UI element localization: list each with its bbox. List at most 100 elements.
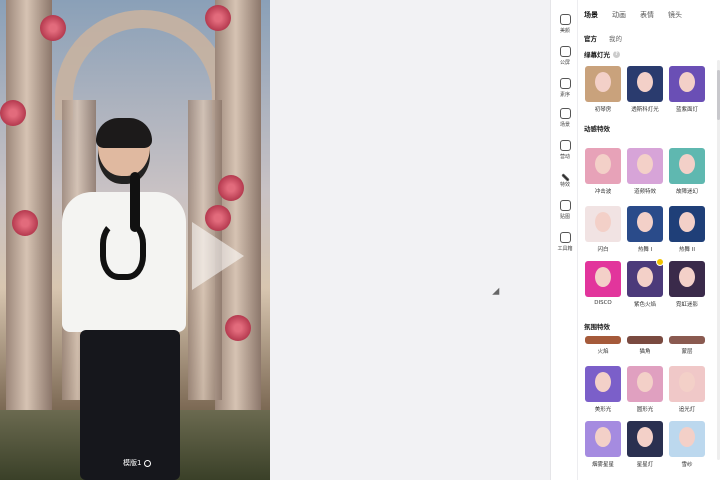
scene-rose: [40, 15, 66, 41]
template-label: 模版1: [123, 459, 142, 467]
effect-tile[interactable]: [585, 148, 621, 184]
effect-name: 故障迷幻: [675, 189, 698, 195]
effect-tile[interactable]: [585, 206, 621, 242]
effect-tile[interactable]: [585, 66, 621, 102]
effect-name: 霓虹迷影: [675, 302, 698, 308]
app-window: 模版1 美颜 公屏 素序 场景 营动 特效 贴图 工具箱 场景 动画 表情 镜头 官方 我的 …: [0, 0, 728, 480]
presenter-hair: [96, 118, 152, 148]
rail-item-1[interactable]: 公屏: [551, 42, 579, 72]
effects-panel: 场景 动画 表情 镜头 官方 我的 绿幕灯光? 初琴房 透斯科灯光 蓝紫面灯 动感特效冲…: [578, 0, 712, 480]
section-title-text: 动感特效: [584, 125, 610, 133]
scrollbar-thumb[interactable]: [717, 70, 720, 120]
play-icon[interactable]: [192, 222, 244, 290]
rail-item-3[interactable]: 场景: [551, 104, 579, 134]
effect-name: 火焰: [597, 349, 609, 355]
section-title: 动感特效: [584, 123, 610, 133]
effect-thumbnail: [595, 372, 611, 392]
tool-rail: 美颜公屏素序场景营动特效 贴图工具箱: [550, 0, 578, 480]
effect-name: 猫角: [639, 349, 651, 355]
effect-thumbnail: [595, 267, 611, 287]
rail-item-5[interactable]: 特效: [551, 168, 579, 198]
effect-tile[interactable]: [669, 421, 705, 457]
effect-name: 蒙层: [681, 349, 693, 355]
section-title: 氛围特效: [584, 321, 610, 331]
canvas-area[interactable]: [270, 0, 550, 480]
rail-item-2[interactable]: 素序: [551, 74, 579, 104]
effect-tile[interactable]: [669, 261, 705, 297]
effect-thumbnail: [679, 72, 695, 92]
effect-thumbnail: [595, 212, 611, 232]
effect-tile[interactable]: [669, 366, 705, 402]
tab-camera[interactable]: 镜头: [668, 10, 682, 20]
subtab-mine[interactable]: 我的: [609, 33, 622, 43]
effect-name: 雪纱: [681, 462, 693, 468]
help-icon[interactable]: ?: [613, 50, 620, 58]
scene-rose: [225, 315, 251, 341]
effect-thumbnail: [637, 72, 653, 92]
rail-item-6[interactable]: 贴图: [551, 196, 579, 226]
effect-tile[interactable]: [627, 336, 663, 344]
effect-tile[interactable]: [585, 366, 621, 402]
tab-scene[interactable]: 场景: [584, 10, 598, 20]
effect-thumbnail: [679, 427, 695, 447]
panel-subtabs: 官方 我的: [584, 33, 622, 43]
effect-name: 蓝紫面灯: [675, 107, 698, 113]
presenter: [60, 118, 190, 480]
rail-item-7[interactable]: 工具箱: [551, 228, 579, 258]
section-title-text: 绿幕灯光: [584, 51, 610, 59]
subtab-official[interactable]: 官方: [584, 33, 597, 43]
effect-tile[interactable]: [669, 206, 705, 242]
activity-icon: [559, 140, 571, 151]
scene-rose: [218, 175, 244, 201]
rail-item-4[interactable]: 营动: [551, 136, 579, 166]
effect-tile[interactable]: [627, 148, 663, 184]
loading-ring-icon: [144, 459, 152, 467]
effect-tile[interactable]: [627, 421, 663, 457]
effect-tile[interactable]: [669, 148, 705, 184]
chat-icon: [559, 46, 571, 57]
effect-name: 追光灯: [678, 407, 696, 413]
effect-tile[interactable]: [669, 336, 705, 344]
rail-label: 公屏: [559, 60, 570, 66]
effect-tile[interactable]: [627, 261, 663, 297]
effect-tile[interactable]: [585, 261, 621, 297]
rail-label: 营动: [559, 154, 570, 160]
tab-animation[interactable]: 动画: [612, 10, 626, 20]
effect-thumbnail: [679, 267, 695, 287]
effect-thumbnail: [679, 154, 695, 174]
effect-thumbnail: [595, 427, 611, 447]
section-title-text: 氛围特效: [584, 323, 610, 331]
rail-label: 工具箱: [557, 246, 573, 252]
rail-label: 美颜: [559, 28, 570, 34]
effect-thumbnail: [637, 427, 653, 447]
section-title: 绿幕灯光?: [584, 49, 620, 59]
effect-tile[interactable]: [585, 421, 621, 457]
live-preview[interactable]: 模版1: [0, 0, 270, 480]
panel-scrollbar[interactable]: [712, 0, 728, 480]
scene-rose: [0, 100, 26, 126]
effect-name: DISCO: [594, 300, 612, 306]
effect-thumbnail: [637, 154, 653, 174]
microphone: [130, 172, 140, 232]
effect-name: 冲击波: [594, 189, 612, 195]
toolbox-icon: [559, 232, 571, 243]
template-tag[interactable]: 模版1: [123, 458, 152, 468]
rail-label: 场景: [559, 122, 570, 128]
effect-name: 烟雾星星: [591, 462, 614, 468]
effect-thumbnail: [679, 212, 695, 232]
effect-thumbnail: [637, 267, 653, 287]
effect-thumbnail: [637, 212, 653, 232]
effect-name: 星星灯: [636, 462, 654, 468]
face-icon: [559, 14, 571, 25]
effect-tile[interactable]: [669, 66, 705, 102]
effect-tile[interactable]: [585, 336, 621, 344]
effect-thumbnail: [637, 372, 653, 392]
tab-expression[interactable]: 表情: [640, 10, 654, 20]
scrollbar-track: [717, 60, 720, 460]
effect-tile[interactable]: [627, 66, 663, 102]
effect-tile[interactable]: [627, 206, 663, 242]
effect-name: 道频特效: [633, 189, 656, 195]
rail-item-0[interactable]: 美颜: [551, 10, 579, 40]
layers-icon: [559, 108, 571, 119]
effect-tile[interactable]: [627, 366, 663, 402]
